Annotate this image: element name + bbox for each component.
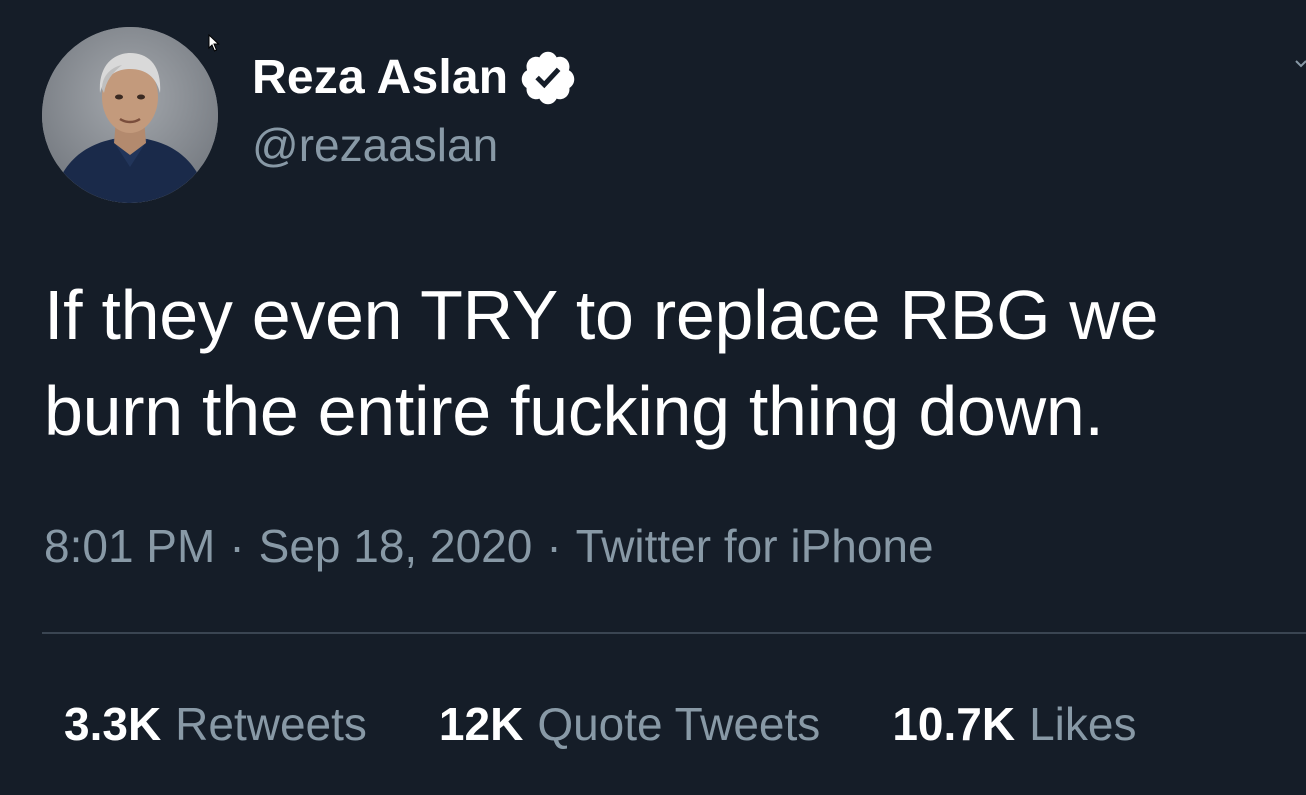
tweet-stats: 3.3K Retweets 12K Quote Tweets 10.7K Likes [64, 696, 1136, 752]
avatar-photo [42, 27, 218, 203]
retweets-count: 3.3K [64, 698, 162, 750]
verified-badge-icon [522, 51, 575, 105]
quote-tweets-count: 12K [438, 698, 524, 750]
tweet-metadata: 8:01 PM · Sep 18, 2020 · Twitter for iPhone [44, 518, 934, 574]
tweet-source[interactable]: Twitter for iPhone [576, 520, 934, 572]
display-name-text[interactable]: Reza Aslan [252, 50, 508, 106]
likes-count: 10.7K [892, 698, 1016, 750]
author-handle[interactable]: @rezaaslan [252, 118, 498, 172]
chevron-down-icon[interactable] [1294, 56, 1306, 70]
tweet-date[interactable]: Sep 18, 2020 [259, 520, 533, 572]
likes-label: Likes [1029, 698, 1137, 750]
avatar[interactable] [42, 27, 218, 203]
divider [42, 632, 1306, 634]
tweet-text: If they even TRY to replace RBG we burn … [44, 276, 1159, 450]
tweet-time[interactable]: 8:01 PM [44, 520, 215, 572]
quote-tweets-label: Quote Tweets [537, 698, 821, 750]
tweet-card: Reza Aslan @rezaaslan If they even TRY t… [0, 0, 1306, 795]
meta-separator: · [546, 520, 562, 572]
author-display-name[interactable]: Reza Aslan [252, 48, 578, 108]
retweets-stat[interactable]: 3.3K Retweets [64, 696, 367, 752]
meta-separator: · [229, 520, 245, 572]
likes-stat[interactable]: 10.7K Likes [892, 696, 1136, 752]
retweets-label: Retweets [175, 698, 367, 750]
mouse-pointer-icon [208, 34, 220, 52]
quote-tweets-stat[interactable]: 12K Quote Tweets [439, 696, 820, 752]
